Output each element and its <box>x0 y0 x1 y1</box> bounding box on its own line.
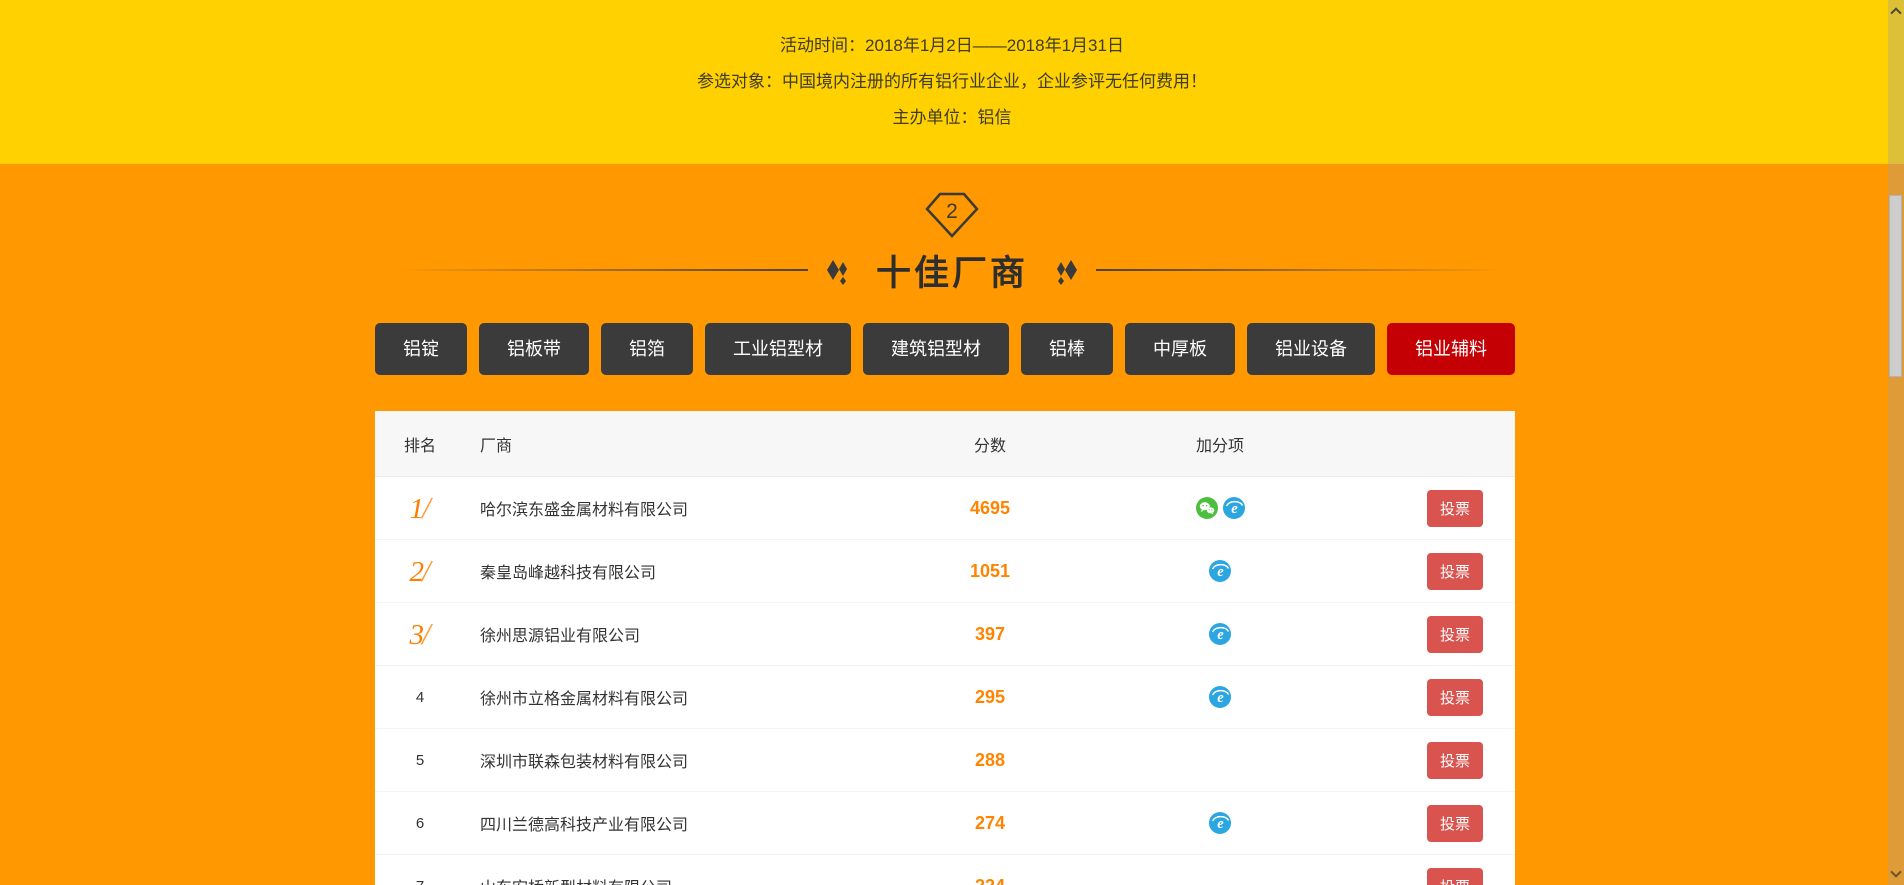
svg-text:e: e <box>1217 627 1224 643</box>
score-value: 4695 <box>905 498 1075 519</box>
bonus-cell: e <box>1075 560 1365 582</box>
vendor-name: 深圳市联森包装材料有限公司 <box>465 748 905 772</box>
vote-button[interactable]: 投票 <box>1427 868 1483 885</box>
vendor-name: 四川兰德高科技产业有限公司 <box>465 811 905 835</box>
category-tab[interactable]: 建筑铝型材 <box>863 323 1009 375</box>
ranking-panel: 排名 厂商 分数 加分项 1/ 哈尔滨东盛金属材料有限公司 4695 e 投票 … <box>375 411 1515 885</box>
score-value: 274 <box>905 813 1075 834</box>
title-divider-right <box>1096 269 1504 271</box>
vote-button[interactable]: 投票 <box>1427 805 1483 842</box>
category-tab[interactable]: 铝板带 <box>479 323 589 375</box>
svg-text:e: e <box>1217 816 1224 832</box>
bonus-cell: e <box>1075 686 1365 708</box>
ie-icon: e <box>1209 560 1231 582</box>
vote-button[interactable]: 投票 <box>1427 490 1483 527</box>
ie-icon: e <box>1209 686 1231 708</box>
bonus-cell: e <box>1075 812 1365 834</box>
header-score: 分数 <box>905 432 1075 456</box>
vote-cell: 投票 <box>1365 679 1515 716</box>
vendor-name: 徐州市立格金属材料有限公司 <box>465 685 905 709</box>
vendor-name: 哈尔滨东盛金属材料有限公司 <box>465 496 905 520</box>
activity-time-line: 活动时间：2018年1月2日——2018年1月31日 <box>780 28 1124 64</box>
table-row: 7/ 山东宏桥新型材料有限公司 224 投票 <box>375 855 1515 885</box>
category-tab[interactable]: 中厚板 <box>1125 323 1235 375</box>
vote-button[interactable]: 投票 <box>1427 616 1483 653</box>
wechat-icon <box>1196 497 1218 519</box>
score-value: 288 <box>905 750 1075 771</box>
rank-value: 3/ <box>375 616 465 652</box>
vendor-name: 秦皇岛峰越科技有限公司 <box>465 559 905 583</box>
table-header-row: 排名 厂商 分数 加分项 <box>375 411 1515 477</box>
section-title-row: 十佳厂商 <box>0 250 1904 290</box>
score-value: 295 <box>905 687 1075 708</box>
table-row: 4/ 徐州市立格金属材料有限公司 295 e 投票 <box>375 666 1515 729</box>
category-tabs: 铝锭 铝板带 铝箔 工业铝型材 建筑铝型材 铝棒 中厚板 铝业设备 铝业辅料 <box>375 323 1515 375</box>
ie-icon: e <box>1223 497 1245 519</box>
ie-icon: e <box>1209 812 1231 834</box>
activity-banner: 活动时间：2018年1月2日——2018年1月31日 参选对象：中国境内注册的所… <box>0 0 1904 164</box>
vote-button[interactable]: 投票 <box>1427 679 1483 716</box>
score-value: 1051 <box>905 561 1075 582</box>
header-vendor: 厂商 <box>465 432 905 456</box>
vendor-name: 徐州思源铝业有限公司 <box>465 622 905 646</box>
scroll-down-icon[interactable] <box>1890 866 1901 877</box>
vote-cell: 投票 <box>1365 616 1515 653</box>
bonus-cell: e <box>1075 497 1365 519</box>
score-value: 397 <box>905 624 1075 645</box>
gem-icon: 2 <box>925 192 979 238</box>
scrollbar-thumb[interactable] <box>1889 195 1902 377</box>
table-row: 5/ 深圳市联森包装材料有限公司 288 投票 <box>375 729 1515 792</box>
vote-cell: 投票 <box>1365 490 1515 527</box>
category-tab[interactable]: 铝棒 <box>1021 323 1113 375</box>
rank-value: 5/ <box>375 752 465 769</box>
rank-value: 6/ <box>375 815 465 832</box>
section-badge-number: 2 <box>946 200 958 223</box>
title-divider-left <box>400 269 808 271</box>
vendor-name: 山东宏桥新型材料有限公司 <box>465 874 905 885</box>
page-title: 十佳厂商 <box>866 245 1038 296</box>
scrollbar[interactable] <box>1888 0 1904 885</box>
svg-text:e: e <box>1231 501 1238 517</box>
table-row: 3/ 徐州思源铝业有限公司 397 e 投票 <box>375 603 1515 666</box>
table-row: 6/ 四川兰德高科技产业有限公司 274 e 投票 <box>375 792 1515 855</box>
category-tab[interactable]: 铝锭 <box>375 323 467 375</box>
category-tab[interactable]: 工业铝型材 <box>705 323 851 375</box>
vote-cell: 投票 <box>1365 553 1515 590</box>
section-badge: 2 <box>0 192 1904 238</box>
table-row: 1/ 哈尔滨东盛金属材料有限公司 4695 e 投票 <box>375 477 1515 540</box>
svg-text:e: e <box>1217 564 1224 580</box>
table-row: 2/ 秦皇岛峰越科技有限公司 1051 e 投票 <box>375 540 1515 603</box>
ie-icon: e <box>1209 623 1231 645</box>
category-tab[interactable]: 铝业辅料 <box>1387 323 1515 375</box>
diamond-cluster-right-icon <box>1054 253 1080 287</box>
rank-value: 7/ <box>375 878 465 885</box>
vote-cell: 投票 <box>1365 805 1515 842</box>
score-value: 224 <box>905 876 1075 885</box>
rank-value: 1/ <box>375 490 465 526</box>
vote-button[interactable]: 投票 <box>1427 742 1483 779</box>
scroll-up-icon[interactable] <box>1890 7 1901 18</box>
rank-value: 2/ <box>375 553 465 589</box>
bonus-cell: e <box>1075 623 1365 645</box>
category-tab[interactable]: 铝业设备 <box>1247 323 1375 375</box>
header-bonus: 加分项 <box>1075 432 1365 456</box>
vote-cell: 投票 <box>1365 742 1515 779</box>
rank-value: 4/ <box>375 689 465 706</box>
vote-button[interactable]: 投票 <box>1427 553 1483 590</box>
activity-organizer-line: 主办单位：铝信 <box>893 100 1012 136</box>
vote-cell: 投票 <box>1365 868 1515 885</box>
svg-text:e: e <box>1217 690 1224 706</box>
activity-eligibility-line: 参选对象：中国境内注册的所有铝行业企业，企业参评无任何费用！ <box>697 64 1207 100</box>
diamond-cluster-left-icon <box>824 253 850 287</box>
header-rank: 排名 <box>375 432 465 456</box>
category-tab[interactable]: 铝箔 <box>601 323 693 375</box>
